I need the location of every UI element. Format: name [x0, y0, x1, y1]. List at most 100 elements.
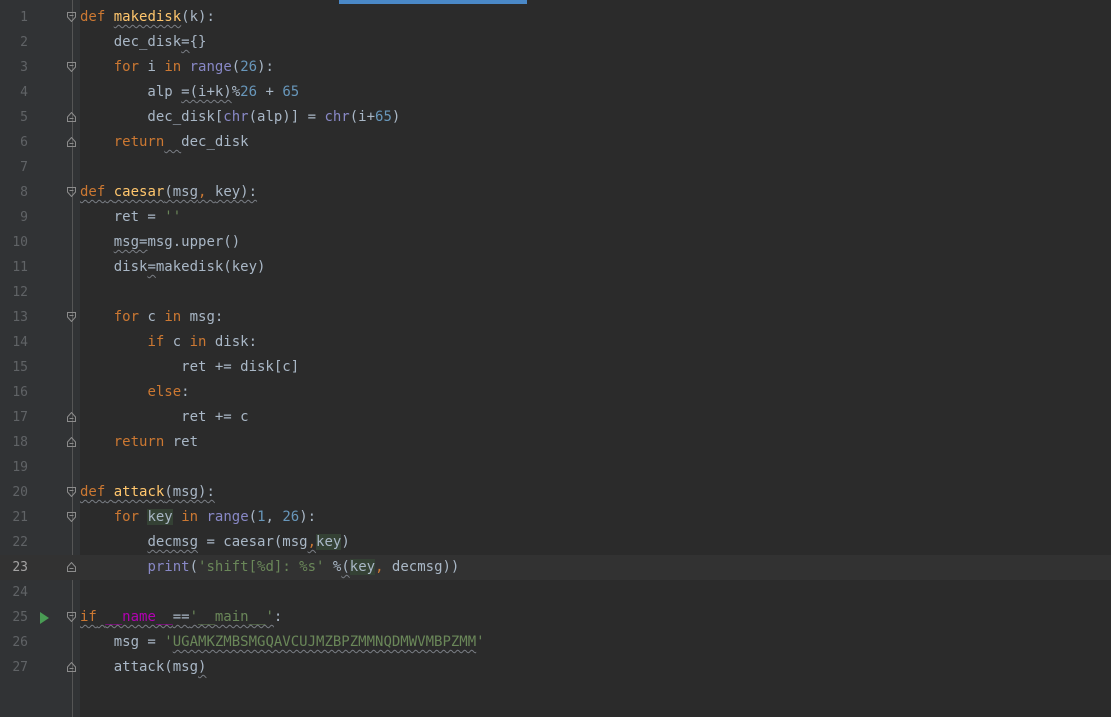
code-token: % — [324, 559, 342, 575]
code-line[interactable]: 19 — [0, 455, 1111, 480]
code-token: ( — [231, 59, 241, 75]
code-token: dec_disk[ — [80, 109, 224, 125]
code-token: ( — [189, 559, 199, 575]
code-line[interactable]: 18 return ret — [0, 430, 1111, 455]
code-line[interactable]: 5 dec_disk[chr(alp)] = chr(i+65) — [0, 105, 1111, 130]
line-number: 17 — [12, 410, 28, 425]
code-line[interactable]: 1 def makedisk(k): — [0, 5, 1111, 30]
code-token: + — [257, 84, 283, 100]
code-token: __name__ — [105, 609, 173, 625]
fold-collapse-icon[interactable] — [67, 512, 76, 522]
code-line[interactable]: 7 — [0, 155, 1111, 180]
run-icon[interactable] — [40, 612, 49, 624]
code-line[interactable]: 3 for i in range(26): — [0, 55, 1111, 80]
code-token: msg: — [181, 309, 224, 325]
code-line[interactable]: 26 msg = 'UGAMKZMBSMGQAVCUJMZBPZMMNQDMWV… — [0, 630, 1111, 655]
code-token: decmsg — [147, 534, 199, 550]
code-line[interactable]: 27 attack(msg) — [0, 655, 1111, 680]
code-token: def — [80, 9, 106, 25]
fold-end-icon[interactable] — [67, 112, 76, 122]
line-number: 24 — [12, 585, 28, 600]
code-text: for i in range(26): — [80, 55, 274, 80]
code-token: ret — [164, 434, 199, 450]
code-text: else: — [80, 380, 189, 405]
code-line[interactable]: 25 if __name__=='__main__': — [0, 605, 1111, 630]
code-token: 'shift[%d]: %s' — [198, 559, 325, 575]
code-token: (msg — [164, 184, 199, 200]
code-line[interactable]: 21 for key in range(1, 26): — [0, 505, 1111, 530]
fold-collapse-icon[interactable] — [67, 612, 76, 622]
code-token: == — [172, 609, 190, 625]
line-number: 27 — [12, 660, 28, 675]
code-token: msg = — [80, 634, 165, 650]
line-number: 13 — [12, 310, 28, 325]
line-number: 22 — [12, 535, 28, 550]
code-text: for c in msg: — [80, 305, 224, 330]
code-token: dec_disk — [181, 134, 249, 150]
code-line[interactable]: 6 return dec_disk — [0, 130, 1111, 155]
code-line[interactable]: 9 ret = '' — [0, 205, 1111, 230]
code-token: =(i+k) — [181, 84, 232, 100]
code-token: % — [231, 84, 241, 100]
code-token: in — [181, 509, 199, 525]
code-line[interactable]: 8 def caesar(msg, key): — [0, 180, 1111, 205]
code-line[interactable]: 12 — [0, 280, 1111, 305]
fold-end-icon[interactable] — [67, 137, 76, 147]
code-token: (msg): — [164, 484, 215, 500]
code-token: attack — [113, 484, 165, 500]
code-line[interactable]: 15 ret += disk[c] — [0, 355, 1111, 380]
code-line[interactable]: 11 disk=makedisk(key) — [0, 255, 1111, 280]
code-line[interactable]: 13 for c in msg: — [0, 305, 1111, 330]
code-line[interactable]: 10 msg=msg.upper() — [0, 230, 1111, 255]
fold-collapse-icon[interactable] — [67, 487, 76, 497]
code-text: attack(msg) — [80, 655, 207, 680]
line-number: 14 — [12, 335, 28, 350]
code-line[interactable]: 22 decmsg = caesar(msg,key) — [0, 530, 1111, 555]
editor-tab-scroll-indicator — [339, 0, 527, 4]
code-token: 26 — [240, 59, 258, 75]
code-token: key — [147, 509, 173, 525]
code-token: ' — [164, 634, 173, 650]
line-number: 21 — [12, 510, 28, 525]
code-token: print — [147, 559, 190, 575]
code-token: = — [147, 259, 156, 275]
fold-collapse-icon[interactable] — [67, 312, 76, 322]
fold-collapse-icon[interactable] — [67, 12, 76, 22]
code-line[interactable]: 17 ret += c — [0, 405, 1111, 430]
fold-collapse-icon[interactable] — [67, 187, 76, 197]
code-token: attack(msg — [80, 659, 199, 675]
code-text: alp =(i+k)%26 + 65 — [80, 80, 299, 105]
code-line[interactable]: 16 else: — [0, 380, 1111, 405]
code-text: if __name__=='__main__': — [80, 605, 282, 630]
code-line[interactable]: 23 print('shift[%d]: %s' %(key, decmsg)) — [0, 555, 1111, 580]
code-text: ret += c — [80, 405, 248, 430]
code-line[interactable]: 14 if c in disk: — [0, 330, 1111, 355]
code-line[interactable]: 20 def attack(msg): — [0, 480, 1111, 505]
code-line[interactable]: 4 alp =(i+k)%26 + 65 — [0, 80, 1111, 105]
code-editor[interactable]: 1 def makedisk(k): 2 dec_disk={} 3 for i in… — [0, 5, 1111, 680]
fold-collapse-icon[interactable] — [67, 62, 76, 72]
code-token: caesar — [113, 184, 165, 200]
code-token: 1 — [257, 509, 266, 525]
code-token: return — [113, 434, 165, 450]
line-number: 18 — [12, 435, 28, 450]
code-text: def attack(msg): — [80, 480, 215, 505]
code-token: chr — [223, 109, 249, 125]
code-token: ( — [341, 559, 350, 575]
fold-end-icon[interactable] — [67, 412, 76, 422]
code-line[interactable]: 2 dec_disk={} — [0, 30, 1111, 55]
fold-end-icon[interactable] — [67, 437, 76, 447]
fold-end-icon[interactable] — [67, 662, 76, 672]
code-line[interactable]: 24 — [0, 580, 1111, 605]
code-token: def — [80, 484, 106, 500]
line-number: 2 — [20, 35, 28, 50]
fold-end-icon[interactable] — [67, 562, 76, 572]
code-token: range — [189, 59, 232, 75]
code-token: in — [164, 59, 182, 75]
